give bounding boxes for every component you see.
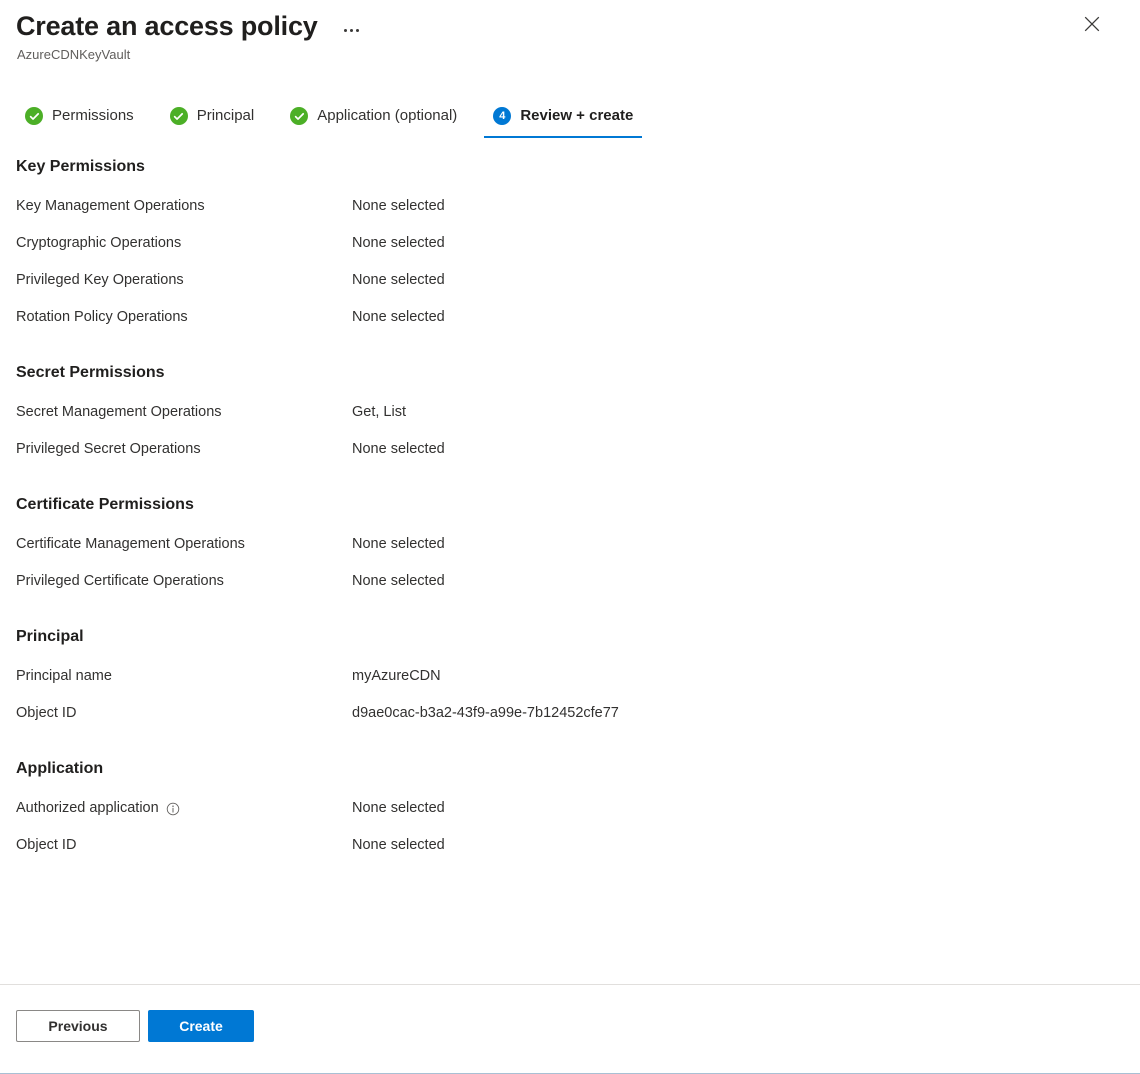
review-content: Key Permissions Key Management Operation…: [0, 136, 1140, 872]
summary-row: Rotation Policy Operations None selected: [16, 307, 1124, 344]
close-icon[interactable]: [1076, 8, 1108, 40]
summary-row-value: None selected: [352, 837, 445, 853]
page-title: Create an access policy: [16, 11, 318, 41]
ellipsis-dot: [356, 28, 360, 32]
section-key-permissions: Key Permissions Key Management Operation…: [16, 156, 1124, 344]
summary-row: Object ID None selected: [16, 835, 1124, 872]
summary-row: Principal name myAzureCDN: [16, 666, 1124, 703]
summary-row-value: Get, List: [352, 404, 406, 420]
summary-row-label: Privileged Certificate Operations: [16, 573, 224, 589]
summary-row-value: None selected: [352, 309, 445, 325]
tab-label: Permissions: [52, 107, 134, 124]
tab-label: Application (optional): [317, 107, 458, 124]
tab-label: Review + create: [520, 107, 634, 124]
summary-row-label: Rotation Policy Operations: [16, 309, 188, 325]
blade-subtitle: AzureCDNKeyVault: [17, 47, 131, 62]
summary-row: Cryptographic Operations None selected: [16, 233, 1124, 270]
section-secret-permissions: Secret Permissions Secret Management Ope…: [16, 348, 1124, 476]
summary-row-label: Privileged Secret Operations: [16, 441, 201, 457]
summary-row-value: None selected: [352, 536, 445, 552]
summary-row-label: Authorized application: [16, 798, 352, 818]
summary-row-value: myAzureCDN: [352, 668, 441, 684]
tab-application[interactable]: Application (optional): [281, 96, 466, 136]
blade-footer: Previous Create: [0, 984, 1140, 1073]
previous-button[interactable]: Previous: [16, 1010, 140, 1042]
summary-row-value: None selected: [352, 800, 445, 816]
summary-row-label: Principal name: [16, 668, 112, 684]
check-circle-icon: [290, 107, 309, 125]
summary-row-label: Object ID: [16, 705, 77, 721]
tab-label: Principal: [196, 107, 255, 124]
summary-row-label: Object ID: [16, 837, 77, 853]
check-circle-icon: [25, 107, 43, 125]
summary-row: Privileged Key Operations None selected: [16, 270, 1124, 307]
info-icon[interactable]: [165, 801, 181, 817]
tab-permissions[interactable]: Permissions: [16, 96, 143, 136]
summary-row-value: None selected: [352, 235, 445, 251]
summary-row: Certificate Management Operations None s…: [16, 534, 1124, 571]
summary-row-value: None selected: [352, 198, 445, 214]
tab-principal[interactable]: Principal: [161, 96, 264, 136]
section-title: Key Permissions: [16, 158, 145, 175]
summary-row-value: None selected: [352, 441, 445, 457]
step-number-badge: 4: [493, 107, 512, 125]
summary-row-label: Privileged Key Operations: [16, 272, 184, 288]
check-circle-icon: [169, 107, 188, 125]
summary-row-label: Certificate Management Operations: [16, 536, 245, 552]
summary-row: Key Management Operations None selected: [16, 196, 1124, 233]
section-title: Certificate Permissions: [16, 496, 194, 513]
more-menu-icon[interactable]: [338, 20, 366, 40]
summary-row: Secret Management Operations Get, List: [16, 402, 1124, 439]
summary-row-label-text: Authorized application: [16, 800, 159, 816]
summary-row-value: d9ae0cac-b3a2-43f9-a99e-7b12452cfe77: [352, 705, 619, 721]
section-title: Secret Permissions: [16, 364, 165, 381]
wizard-tabs: Permissions Principal Application (optio…: [0, 88, 1140, 138]
create-button[interactable]: Create: [148, 1010, 254, 1042]
summary-row: Object ID d9ae0cac-b3a2-43f9-a99e-7b1245…: [16, 703, 1124, 740]
summary-row-label: Secret Management Operations: [16, 404, 222, 420]
summary-row: Privileged Secret Operations None select…: [16, 439, 1124, 476]
ellipsis-dot: [350, 28, 354, 32]
ellipsis-dot: [344, 28, 348, 32]
summary-row: Privileged Certificate Operations None s…: [16, 571, 1124, 608]
summary-row: Authorized application None selected: [16, 798, 1124, 835]
section-application: Application Authorized application None …: [16, 744, 1124, 872]
blade-header: Create an access policy AzureCDNKeyVault: [0, 0, 1140, 76]
section-title: Principal: [16, 628, 84, 645]
tab-review-create[interactable]: 4 Review + create: [484, 96, 643, 138]
summary-row-value: None selected: [352, 272, 445, 288]
section-title: Application: [16, 760, 104, 777]
section-principal: Principal Principal name myAzureCDN Obje…: [16, 612, 1124, 740]
title-row: Create an access policy: [16, 8, 1124, 44]
section-certificate-permissions: Certificate Permissions Certificate Mana…: [16, 480, 1124, 608]
summary-row-value: None selected: [352, 573, 445, 589]
summary-row-label: Cryptographic Operations: [16, 235, 182, 251]
summary-row-label: Key Management Operations: [16, 198, 205, 214]
